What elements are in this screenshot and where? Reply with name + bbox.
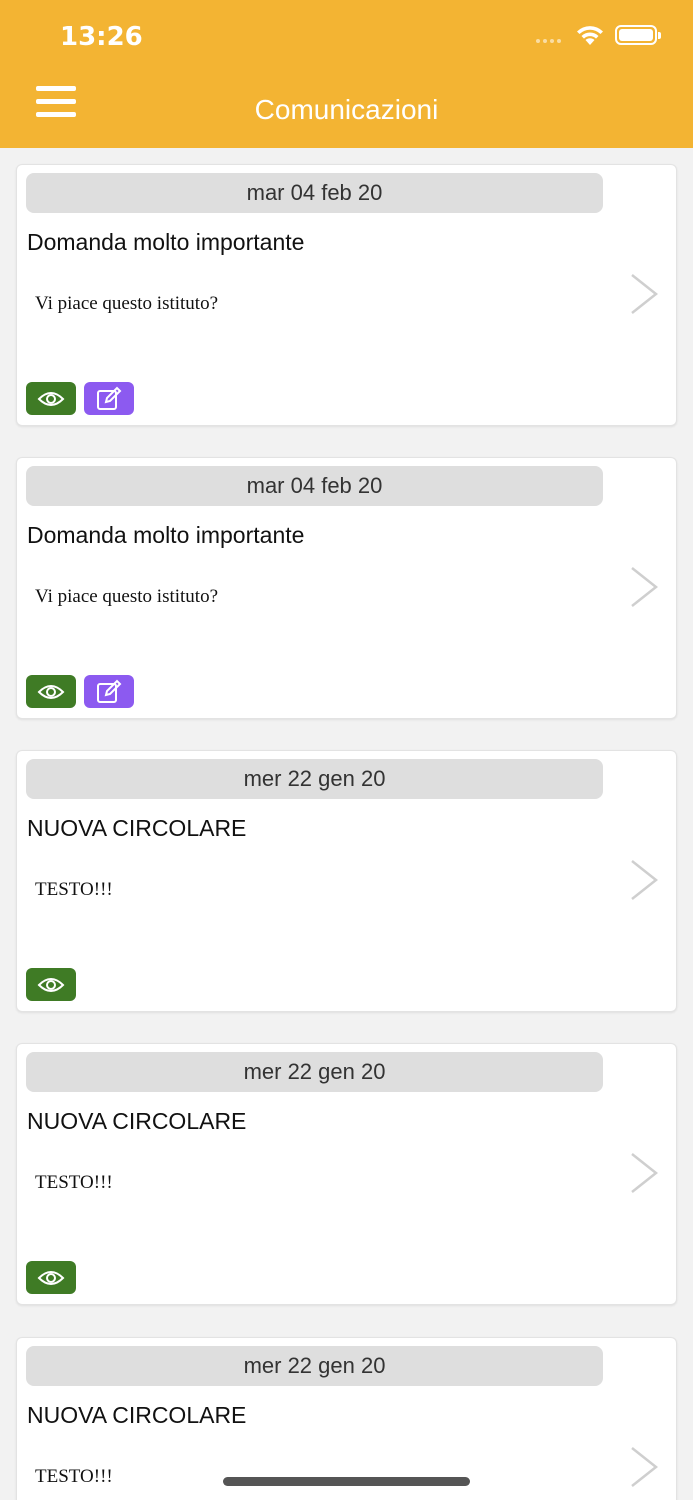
edit-icon bbox=[97, 679, 122, 703]
list-item[interactable]: mer 22 gen 20 NUOVA CIRCOLARE TESTO!!! bbox=[16, 750, 677, 1012]
chevron-right-icon bbox=[631, 1447, 659, 1487]
date-label: mer 22 gen 20 bbox=[26, 1052, 603, 1092]
edit-button[interactable] bbox=[84, 382, 134, 415]
home-indicator[interactable] bbox=[223, 1477, 470, 1486]
eye-icon bbox=[37, 1270, 65, 1285]
date-label: mar 04 feb 20 bbox=[26, 173, 603, 213]
eye-icon bbox=[37, 977, 65, 992]
view-button[interactable] bbox=[26, 382, 76, 415]
view-button[interactable] bbox=[26, 968, 76, 1001]
view-button[interactable] bbox=[26, 675, 76, 708]
card-title: NUOVA CIRCOLARE bbox=[27, 815, 247, 841]
edit-button[interactable] bbox=[84, 675, 134, 708]
signal-icon bbox=[536, 27, 561, 43]
card-body: TESTO!!! bbox=[35, 1172, 113, 1193]
card-title: NUOVA CIRCOLARE bbox=[27, 1402, 247, 1428]
card-title: Domanda molto importante bbox=[27, 229, 305, 255]
wifi-icon bbox=[577, 26, 603, 45]
status-icons bbox=[536, 24, 661, 46]
chevron-right-icon bbox=[631, 567, 659, 607]
status-time: 13:26 bbox=[60, 22, 143, 52]
chevron-right-icon bbox=[631, 860, 659, 900]
battery-icon bbox=[615, 25, 661, 45]
card-body: Vi piace questo istituto? bbox=[35, 293, 219, 314]
card-body: TESTO!!! bbox=[35, 879, 113, 900]
list-item[interactable]: mer 22 gen 20 NUOVA CIRCOLARE TESTO!!! bbox=[16, 1043, 677, 1305]
card-body: TESTO!!! bbox=[35, 1466, 113, 1487]
date-label: mer 22 gen 20 bbox=[26, 759, 603, 799]
list-item[interactable]: mar 04 feb 20 Domanda molto importante V… bbox=[16, 457, 677, 719]
card-body: Vi piace questo istituto? bbox=[35, 586, 219, 607]
app-header: 13:26 Comunicazioni bbox=[0, 0, 693, 148]
date-label: mar 04 feb 20 bbox=[26, 466, 603, 506]
card-title: Domanda molto importante bbox=[27, 522, 305, 548]
date-label: mer 22 gen 20 bbox=[26, 1346, 603, 1386]
page-title: Comunicazioni bbox=[254, 94, 439, 125]
chevron-right-icon bbox=[631, 274, 659, 314]
list-item[interactable]: mer 22 gen 20 NUOVA CIRCOLARE TESTO!!! bbox=[16, 1337, 677, 1500]
eye-icon bbox=[37, 391, 65, 406]
list-item[interactable]: mar 04 feb 20 Domanda molto importante V… bbox=[16, 164, 677, 426]
edit-icon bbox=[97, 386, 122, 410]
eye-icon bbox=[37, 684, 65, 699]
view-button[interactable] bbox=[26, 1261, 76, 1294]
chevron-right-icon bbox=[631, 1153, 659, 1193]
card-title: NUOVA CIRCOLARE bbox=[27, 1108, 247, 1134]
